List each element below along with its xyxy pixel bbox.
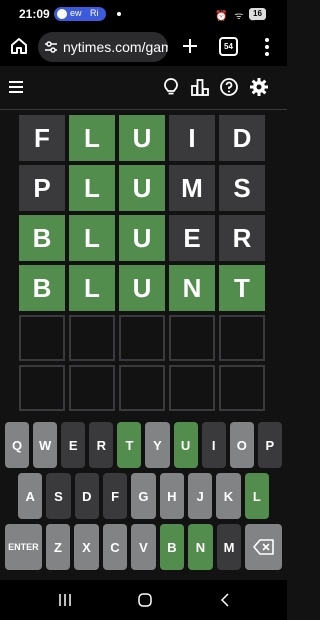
board-tile: L xyxy=(69,265,115,311)
key-x[interactable]: X xyxy=(74,524,99,570)
key-w[interactable]: W xyxy=(33,422,58,468)
app-notification-icon xyxy=(57,9,67,19)
game-board: FLUIDPLUMSBLUERBLUNT xyxy=(19,115,268,415)
board-tile: D xyxy=(219,115,265,161)
key-p[interactable]: P xyxy=(257,422,282,468)
help-icon[interactable] xyxy=(219,77,239,97)
lightbulb-icon[interactable] xyxy=(161,77,181,97)
board-tile xyxy=(69,315,115,361)
board-tile: T xyxy=(219,265,265,311)
gear-icon[interactable] xyxy=(249,77,269,97)
board-tile: L xyxy=(69,215,115,261)
home-icon[interactable] xyxy=(9,36,29,56)
key-n[interactable]: N xyxy=(188,524,213,570)
statistics-icon[interactable] xyxy=(190,77,210,97)
status-time: 21:09 xyxy=(19,7,50,21)
battery-icon: 16 xyxy=(249,8,266,20)
key-r[interactable]: R xyxy=(89,422,114,468)
key-c[interactable]: C xyxy=(102,524,128,570)
board-row: BLUNT xyxy=(19,265,268,311)
key-a[interactable]: A xyxy=(18,473,43,519)
game-header xyxy=(0,66,287,110)
key-d[interactable]: D xyxy=(74,473,99,519)
key-h[interactable]: H xyxy=(159,473,184,519)
key-y[interactable]: Y xyxy=(145,422,170,468)
board-row xyxy=(19,365,268,411)
address-bar[interactable]: nytimes.com/gam xyxy=(38,32,168,62)
board-tile: U xyxy=(119,165,165,211)
key-e[interactable]: E xyxy=(61,422,86,468)
key-z[interactable]: Z xyxy=(45,524,71,570)
board-row: FLUID xyxy=(19,115,268,161)
new-tab-icon[interactable] xyxy=(180,36,200,56)
recent-apps-icon[interactable] xyxy=(58,593,72,607)
key-g[interactable]: G xyxy=(131,473,156,519)
board-tile: F xyxy=(19,115,65,161)
board-tile xyxy=(19,315,65,361)
board-tile: U xyxy=(119,115,165,161)
key-t[interactable]: T xyxy=(117,422,142,468)
board-tile: E xyxy=(169,215,215,261)
board-tile: U xyxy=(119,265,165,311)
notification-text-right: Ri xyxy=(90,8,99,18)
hamburger-menu-icon[interactable] xyxy=(8,80,24,94)
board-tile xyxy=(169,315,215,361)
board-tile xyxy=(19,365,65,411)
key-o[interactable]: O xyxy=(229,422,254,468)
site-settings-icon[interactable] xyxy=(44,40,58,54)
key-v[interactable]: V xyxy=(131,524,156,570)
board-row: PLUMS xyxy=(19,165,268,211)
board-tile xyxy=(69,365,115,411)
board-row xyxy=(19,315,268,361)
system-navigation-bar xyxy=(0,580,287,620)
notification-dot-icon xyxy=(117,12,121,16)
board-tile xyxy=(119,365,165,411)
board-tile xyxy=(219,365,265,411)
key-b[interactable]: B xyxy=(159,524,185,570)
board-tile xyxy=(169,365,215,411)
board-row: BLUER xyxy=(19,215,268,261)
key-i[interactable]: I xyxy=(201,422,226,468)
board-tile: R xyxy=(219,215,265,261)
board-tile: M xyxy=(169,165,215,211)
board-tile: B xyxy=(19,265,65,311)
board-tile: S xyxy=(219,165,265,211)
key-u[interactable]: U xyxy=(173,422,198,468)
notification-pill: ew Ri xyxy=(54,7,106,21)
board-tile: B xyxy=(19,215,65,261)
tab-switcher-button[interactable]: 54 xyxy=(219,37,238,56)
board-tile: N xyxy=(169,265,215,311)
notification-text-left: ew xyxy=(70,8,82,18)
enter-key[interactable]: ENTER xyxy=(5,524,42,570)
key-s[interactable]: S xyxy=(46,473,71,519)
browser-toolbar: nytimes.com/gam 54 xyxy=(0,28,287,66)
board-tile: I xyxy=(169,115,215,161)
url-text: nytimes.com/gam xyxy=(63,39,168,55)
key-m[interactable]: M xyxy=(216,524,242,570)
board-tile xyxy=(219,315,265,361)
status-bar: 21:09 ew Ri ⏰ ᯤ ▮ 16 xyxy=(0,0,287,28)
board-tile xyxy=(119,315,165,361)
back-icon[interactable] xyxy=(220,593,230,607)
board-tile: L xyxy=(69,115,115,161)
board-tile: U xyxy=(119,215,165,261)
home-button-icon[interactable] xyxy=(137,592,153,608)
board-tile: P xyxy=(19,165,65,211)
key-l[interactable]: L xyxy=(244,473,269,519)
backspace-icon xyxy=(252,539,274,555)
key-f[interactable]: F xyxy=(102,473,128,519)
board-tile: L xyxy=(69,165,115,211)
key-q[interactable]: Q xyxy=(5,422,30,468)
key-k[interactable]: K xyxy=(216,473,241,519)
backspace-key[interactable] xyxy=(245,524,282,570)
on-screen-keyboard: Q W E R T Y U I O P A S D F G H J K L ENTER Z X C V B N M xyxy=(5,422,282,575)
keyboard-row: ASDFGHJKL xyxy=(5,473,282,519)
keyboard-row: QWERTYUIOP xyxy=(5,422,282,468)
key-j[interactable]: J xyxy=(187,473,213,519)
keyboard-row: ENTER Z X C V B N M xyxy=(5,524,282,570)
overflow-menu-icon[interactable] xyxy=(262,36,272,58)
